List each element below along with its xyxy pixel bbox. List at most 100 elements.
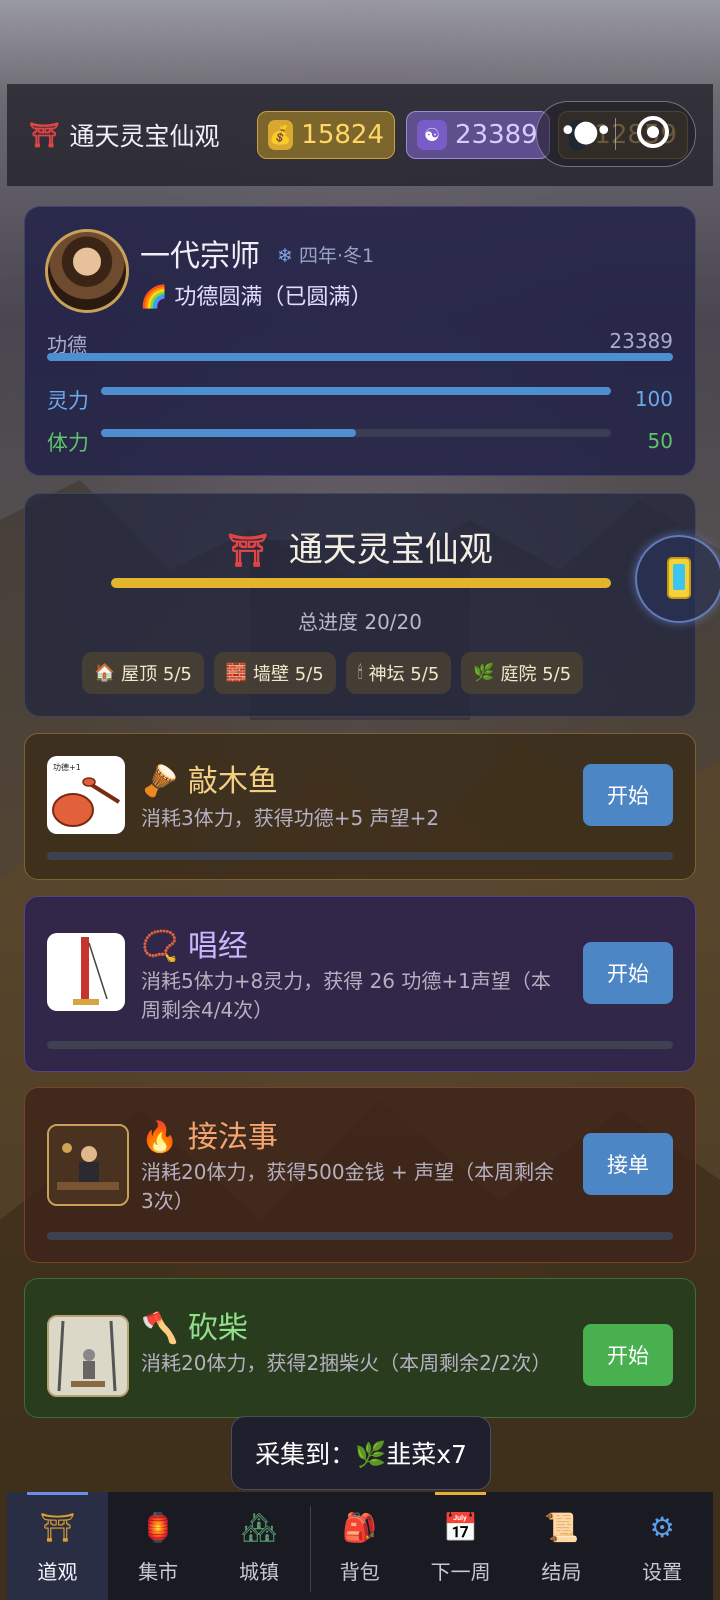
nav-separator xyxy=(310,1506,311,1592)
temple-progress-text: 总进度 20/20 xyxy=(298,610,422,634)
backpack-icon: 🎒 xyxy=(342,1511,378,1544)
start-button[interactable]: 开始 xyxy=(583,942,673,1004)
part-wall: 🧱 墙壁 5/5 xyxy=(213,652,336,694)
task-title: 🪘 敲木鱼 xyxy=(141,756,278,800)
profile-card: 一代宗师 ❄ 四年·冬1 🌈 功德圆满（已圆满） 功德 23389 灵力 100… xyxy=(24,206,696,476)
task-description: 消耗20体力，获得2捆柴火（本周剩余2/2次） xyxy=(141,1351,552,1375)
house-icon: 🏠 xyxy=(94,663,116,683)
temple-icon: ⛩ xyxy=(39,1511,76,1544)
money-bag-icon: 💰 xyxy=(268,120,294,150)
yin-yang-icon: ☯ xyxy=(417,120,447,150)
ritual-scene-icon xyxy=(49,1126,127,1204)
nav-market[interactable]: 🏮 集市 xyxy=(108,1492,209,1600)
thumb-label: 功德+1 xyxy=(53,762,81,772)
spirit-power-label: 灵力 xyxy=(47,389,89,413)
temple-title-text: 通天灵宝仙观 xyxy=(288,530,493,570)
scroll-icon: 📜 xyxy=(543,1511,579,1544)
fire-icon: 🔥 xyxy=(141,1120,179,1155)
header-title: ⛩ 通天灵宝仙观 xyxy=(29,117,219,153)
miniprogram-capsule[interactable]: •●• xyxy=(536,101,696,167)
ritual-thumbnail xyxy=(47,1124,129,1206)
player-title: 一代宗师 xyxy=(140,239,260,274)
drum-icon: 🪘 xyxy=(141,764,179,799)
nav-backpack[interactable]: 🎒 背包 xyxy=(309,1492,410,1600)
phone-floating-button[interactable] xyxy=(635,535,720,623)
close-target-icon[interactable] xyxy=(637,116,669,148)
avatar[interactable] xyxy=(45,229,129,313)
task-title: 📿 唱经 xyxy=(141,921,248,965)
task-progress-bar xyxy=(47,852,673,860)
task-description: 消耗20体力，获得500金钱 + 声望（本周剩余3次） xyxy=(141,1160,555,1213)
task-name: 接法事 xyxy=(187,1120,278,1155)
merit-status-text: 功德圆满（已圆满） xyxy=(174,285,373,310)
nav-label: 道观 xyxy=(37,1559,78,1584)
part-label: 神坛 5/5 xyxy=(368,664,440,685)
task-progress-bar xyxy=(47,1041,673,1049)
woodfish-thumbnail: 功德+1 xyxy=(47,756,125,834)
task-title: 🔥 接法事 xyxy=(141,1112,278,1156)
spirit-power-bar xyxy=(101,387,611,395)
prayer-beads-icon: 📿 xyxy=(141,929,179,964)
nav-label: 城镇 xyxy=(238,1559,279,1584)
header-title-text: 通天灵宝仙观 xyxy=(69,122,220,151)
temple-parts: 🏠 屋顶 5/5 🧱 墙壁 5/5 🕯 神坛 5/5 🌿 庭院 5/5 xyxy=(82,652,584,694)
season-label: ❄ 四年·冬1 xyxy=(277,241,374,268)
nav-label: 集市 xyxy=(138,1559,179,1584)
temple-progress-bar xyxy=(111,578,611,588)
task-card-ritual: 🔥 接法事 消耗20体力，获得500金钱 + 声望（本周剩余3次） 接单 xyxy=(24,1087,696,1263)
prayer-staff-icon xyxy=(73,937,108,1005)
task-card-chant: 📿 唱经 消耗5体力+8灵力，获得 26 功德+1声望（本周剩余4/4次） 开始 xyxy=(24,896,696,1072)
bottom-nav: ⛩ 道观 🏮 集市 🏘 城镇 🎒 背包 📅 下一周 📜 结局 ⚙ 设置 xyxy=(7,1492,713,1600)
gold-value: 15824 xyxy=(301,120,384,150)
nav-ending[interactable]: 📜 结局 xyxy=(511,1492,612,1600)
herb-icon: 🌿 xyxy=(473,663,495,683)
merit-bar xyxy=(47,353,673,361)
merit-bar-fill xyxy=(47,353,673,361)
task-name: 敲木鱼 xyxy=(187,764,278,799)
part-altar: 🕯 神坛 5/5 xyxy=(345,652,452,694)
task-card-woodfish: 功德+1 🪘 敲木鱼 消耗3体力，获得功德+5 声望+2 开始 xyxy=(24,733,696,880)
temple-card: ⛩ 通天灵宝仙观 总进度 20/20 🏠 屋顶 5/5 🧱 墙壁 5/5 🕯 神坛 5… xyxy=(24,493,696,717)
accept-button[interactable]: 接单 xyxy=(583,1133,673,1195)
nav-label: 下一周 xyxy=(430,1559,491,1584)
stamina-bar-fill xyxy=(101,429,356,437)
capsule-divider xyxy=(615,118,616,150)
spirit-counter[interactable]: ☯ 23389 xyxy=(406,111,550,159)
temple-title: ⛩ 通天灵宝仙观 xyxy=(25,522,695,571)
chop-wood-thumbnail xyxy=(47,1315,129,1397)
nav-label: 背包 xyxy=(339,1559,380,1584)
stamina-bar xyxy=(101,429,611,437)
torii-icon: ⛩ xyxy=(227,531,268,569)
part-label: 庭院 5/5 xyxy=(500,664,572,685)
chant-thumbnail xyxy=(47,933,125,1011)
nav-temple[interactable]: ⛩ 道观 xyxy=(7,1492,108,1600)
task-description: 消耗3体力，获得功德+5 声望+2 xyxy=(141,806,440,830)
season-text: 四年·冬1 xyxy=(298,245,375,267)
gold-counter[interactable]: 💰 15824 xyxy=(257,111,395,159)
stamina-label: 体力 xyxy=(47,431,89,455)
nav-label: 结局 xyxy=(541,1559,582,1584)
more-icon[interactable]: •●• xyxy=(559,117,613,147)
task-name: 砍柴 xyxy=(187,1311,248,1346)
nav-town[interactable]: 🏘 城镇 xyxy=(209,1492,310,1600)
candle-icon: 🕯 xyxy=(357,663,363,683)
merit-value: 23389 xyxy=(609,329,673,353)
part-roof: 🏠 屋顶 5/5 xyxy=(82,652,204,694)
merit-status: 🌈 功德圆满（已圆满） xyxy=(140,279,372,311)
start-button[interactable]: 开始 xyxy=(583,1324,673,1386)
nav-settings[interactable]: ⚙ 设置 xyxy=(612,1492,713,1600)
nav-next-week[interactable]: 📅 下一周 xyxy=(410,1492,511,1600)
part-label: 屋顶 5/5 xyxy=(121,664,192,685)
town-icon: 🏘 xyxy=(241,1511,277,1544)
task-card-chop-wood: 🪓 砍柴 消耗20体力，获得2捆柴火（本周剩余2/2次） 开始 xyxy=(24,1278,696,1418)
start-button[interactable]: 开始 xyxy=(583,764,673,826)
axe-icon: 🪓 xyxy=(141,1311,179,1346)
spirit-power-value: 100 xyxy=(634,387,673,411)
woodcutter-scene-icon xyxy=(49,1317,127,1395)
task-title: 🪓 砍柴 xyxy=(141,1303,248,1347)
gear-icon: ⚙ xyxy=(649,1511,675,1544)
calendar-icon: 📅 xyxy=(443,1511,479,1544)
task-description: 消耗5体力+8灵力，获得 26 功德+1声望（本周剩余4/4次） xyxy=(141,969,551,1022)
phone-icon xyxy=(667,557,691,599)
collect-toast: 采集到：🌿韭菜x7 xyxy=(231,1416,491,1490)
